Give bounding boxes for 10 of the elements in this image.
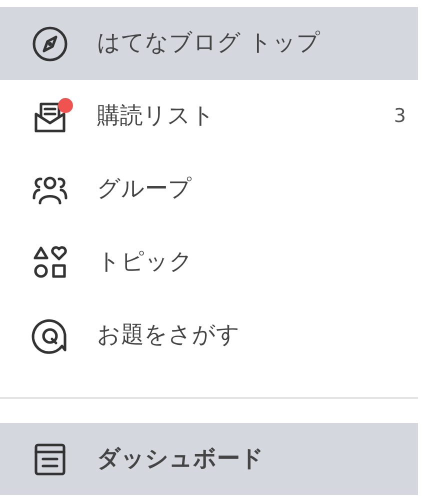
nav-label: お題をさがす bbox=[97, 321, 240, 350]
compass-icon bbox=[30, 24, 70, 64]
dashboard-item[interactable]: ダッシュボード bbox=[0, 423, 418, 495]
nav-item[interactable]: はてなブログ トップ bbox=[0, 7, 418, 80]
nav-label: トピック bbox=[97, 248, 193, 278]
unread-count: 3 bbox=[394, 104, 406, 130]
nav-label: グループ bbox=[97, 175, 192, 204]
nav-label: ダッシュボード bbox=[97, 444, 264, 474]
nav-label: 購読リスト bbox=[97, 102, 215, 132]
nav-label: はてなブログ トップ bbox=[97, 29, 320, 58]
